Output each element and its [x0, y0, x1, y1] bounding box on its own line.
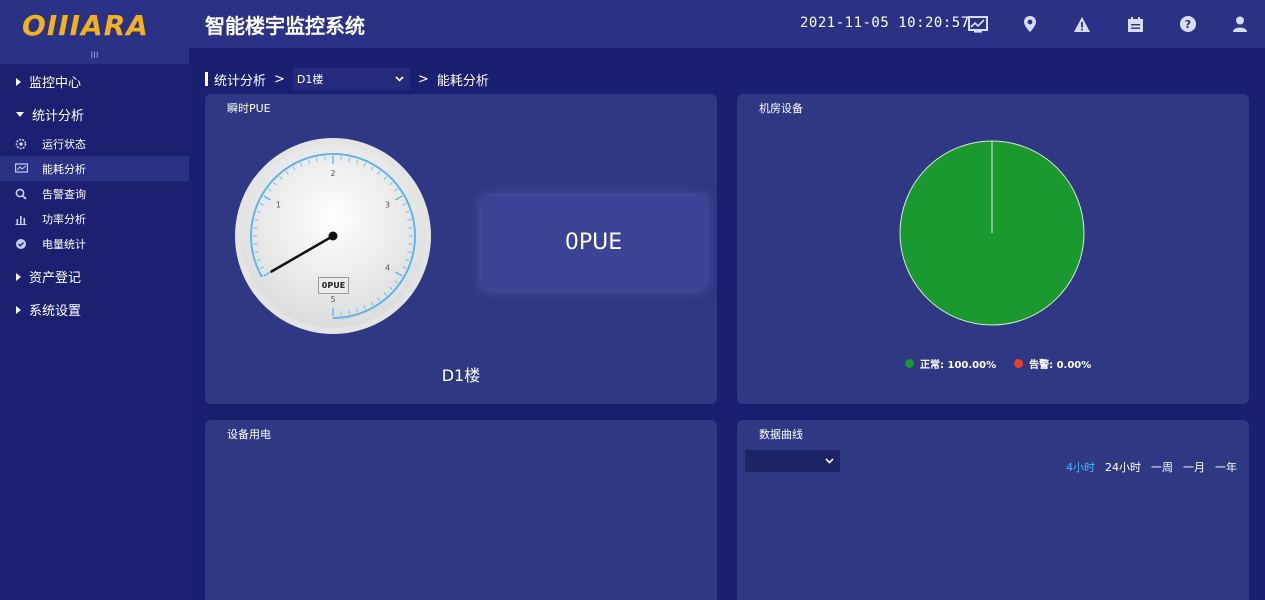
- gauge-value-label: 0PUE: [318, 277, 349, 294]
- location-pin-icon[interactable]: [1020, 14, 1040, 34]
- building-select-value: D1楼: [296, 73, 324, 86]
- search-icon: [14, 187, 28, 201]
- breadcrumb-current: 能耗分析: [436, 73, 489, 89]
- legend-label: 正常: 100.00%: [920, 360, 997, 371]
- sidebar: III 监控中心 统计分析 运行状态 能耗分析 告警查询 功率分析 电量统计 资…: [0, 48, 189, 600]
- calendar-icon[interactable]: [1125, 14, 1145, 34]
- breadcrumb-marker: [205, 72, 208, 86]
- legend-item-normal[interactable]: 正常: 100.00%: [905, 356, 996, 371]
- monitor-icon: [14, 162, 28, 176]
- sidebar-group-monitor[interactable]: 监控中心: [0, 65, 189, 98]
- device-power-panel: 设备用电: [205, 420, 717, 600]
- help-icon[interactable]: ?: [1178, 14, 1198, 34]
- gear-icon: [14, 137, 28, 151]
- sidebar-item-electricity-stats[interactable]: 电量统计: [0, 231, 189, 256]
- gauge-tick-label: 1: [276, 201, 281, 210]
- legend-dot: [1014, 359, 1024, 368]
- sidebar-item-run-status[interactable]: 运行状态: [0, 131, 189, 156]
- app-title: 智能楼宇监控系统: [205, 14, 365, 38]
- legend-label: 告警: 0.00%: [1029, 360, 1092, 371]
- sidebar-group-assets[interactable]: 资产登记: [0, 260, 189, 293]
- gauge-tick-label: 5: [330, 295, 335, 304]
- time-range-tabs: 4小时 24小时 一周 一月 一年: [1056, 459, 1237, 475]
- legend-dot: [905, 359, 914, 368]
- svg-text:?: ?: [1185, 18, 1191, 31]
- panel-title: 数据曲线: [759, 428, 803, 441]
- bar-chart-icon: [14, 212, 28, 226]
- data-curve-panel: 数据曲线 4小时 24小时 一周 一月 一年: [737, 420, 1249, 600]
- range-tab-24h[interactable]: 24小时: [1105, 459, 1141, 475]
- sidebar-item-label: 功率分析: [42, 212, 86, 226]
- top-header: OIIIARA 智能楼宇监控系统 2021-11-05 10:20:57 ?: [0, 0, 1265, 48]
- caret-down-icon: [16, 112, 24, 117]
- sidebar-group-label: 统计分析: [32, 109, 85, 124]
- sidebar-item-label: 运行状态: [42, 137, 86, 151]
- caret-right-icon: [16, 77, 21, 86]
- breadcrumb-root[interactable]: 统计分析: [214, 70, 266, 89]
- sidebar-item-power-analysis[interactable]: 功率分析: [0, 206, 189, 231]
- pie-legend: 正常: 100.00% 告警: 0.00%: [905, 356, 1109, 371]
- range-tab-week[interactable]: 一周: [1151, 459, 1173, 475]
- alert-triangle-icon[interactable]: [1072, 14, 1092, 34]
- chevron-down-icon: [825, 458, 834, 464]
- panel-title: 机房设备: [759, 102, 803, 115]
- caret-right-icon: [16, 272, 21, 281]
- sidebar-item-alarm-query[interactable]: 告警查询: [0, 181, 189, 206]
- sidebar-group-label: 监控中心: [29, 76, 82, 91]
- sidebar-collapse-toggle[interactable]: III: [0, 48, 189, 64]
- chart-monitor-icon[interactable]: [968, 14, 988, 34]
- chevron-down-icon: [395, 76, 404, 82]
- caret-right-icon: [16, 305, 21, 314]
- sidebar-item-label: 电量统计: [42, 237, 86, 251]
- sidebar-item-energy-analysis[interactable]: 能耗分析: [0, 156, 189, 181]
- building-select[interactable]: D1楼: [292, 68, 410, 90]
- datetime-display: 2021-11-05 10:20:57: [800, 15, 970, 31]
- range-tab-4h[interactable]: 4小时: [1066, 459, 1095, 475]
- room-devices-panel: 机房设备 正常: 100.00% 告警: 0.00%: [737, 94, 1249, 404]
- pue-gauge: 1 2 3 4 5 0PUE: [233, 136, 433, 336]
- brand-logo: OIIIARA: [22, 9, 149, 42]
- sidebar-group-statistics[interactable]: 统计分析: [0, 98, 189, 131]
- breadcrumb-separator: >: [274, 71, 285, 87]
- user-icon[interactable]: [1230, 14, 1250, 34]
- sidebar-group-label: 资产登记: [29, 271, 82, 286]
- sidebar-item-label: 能耗分析: [42, 162, 86, 176]
- check-circle-icon: [14, 237, 28, 251]
- range-tab-year[interactable]: 一年: [1215, 459, 1237, 475]
- pue-value-card: 0PUE: [482, 196, 705, 289]
- breadcrumb-separator: >: [417, 71, 429, 87]
- pue-value: 0PUE: [564, 230, 623, 255]
- gauge-tick-label: 4: [385, 264, 390, 273]
- panel-title: 瞬时PUE: [227, 102, 271, 115]
- device-status-pie: [899, 140, 1085, 326]
- breadcrumb: 统计分析 > D1楼 > 能耗分析: [205, 68, 489, 90]
- gauge-tick-label: 2: [330, 169, 335, 178]
- pue-panel: 瞬时PUE 1 2 3 4 5 0PUE 0PUE D1楼: [205, 94, 717, 404]
- gauge-tick-label: 3: [385, 201, 390, 210]
- panel-title: 设备用电: [227, 428, 271, 441]
- building-name: D1楼: [441, 366, 481, 385]
- range-tab-month[interactable]: 一月: [1183, 459, 1205, 475]
- sidebar-item-label: 告警查询: [42, 187, 86, 201]
- sidebar-group-settings[interactable]: 系统设置: [0, 293, 189, 326]
- legend-item-alarm[interactable]: 告警: 0.00%: [1014, 356, 1091, 371]
- curve-select[interactable]: [745, 450, 840, 472]
- sidebar-group-label: 系统设置: [29, 304, 82, 319]
